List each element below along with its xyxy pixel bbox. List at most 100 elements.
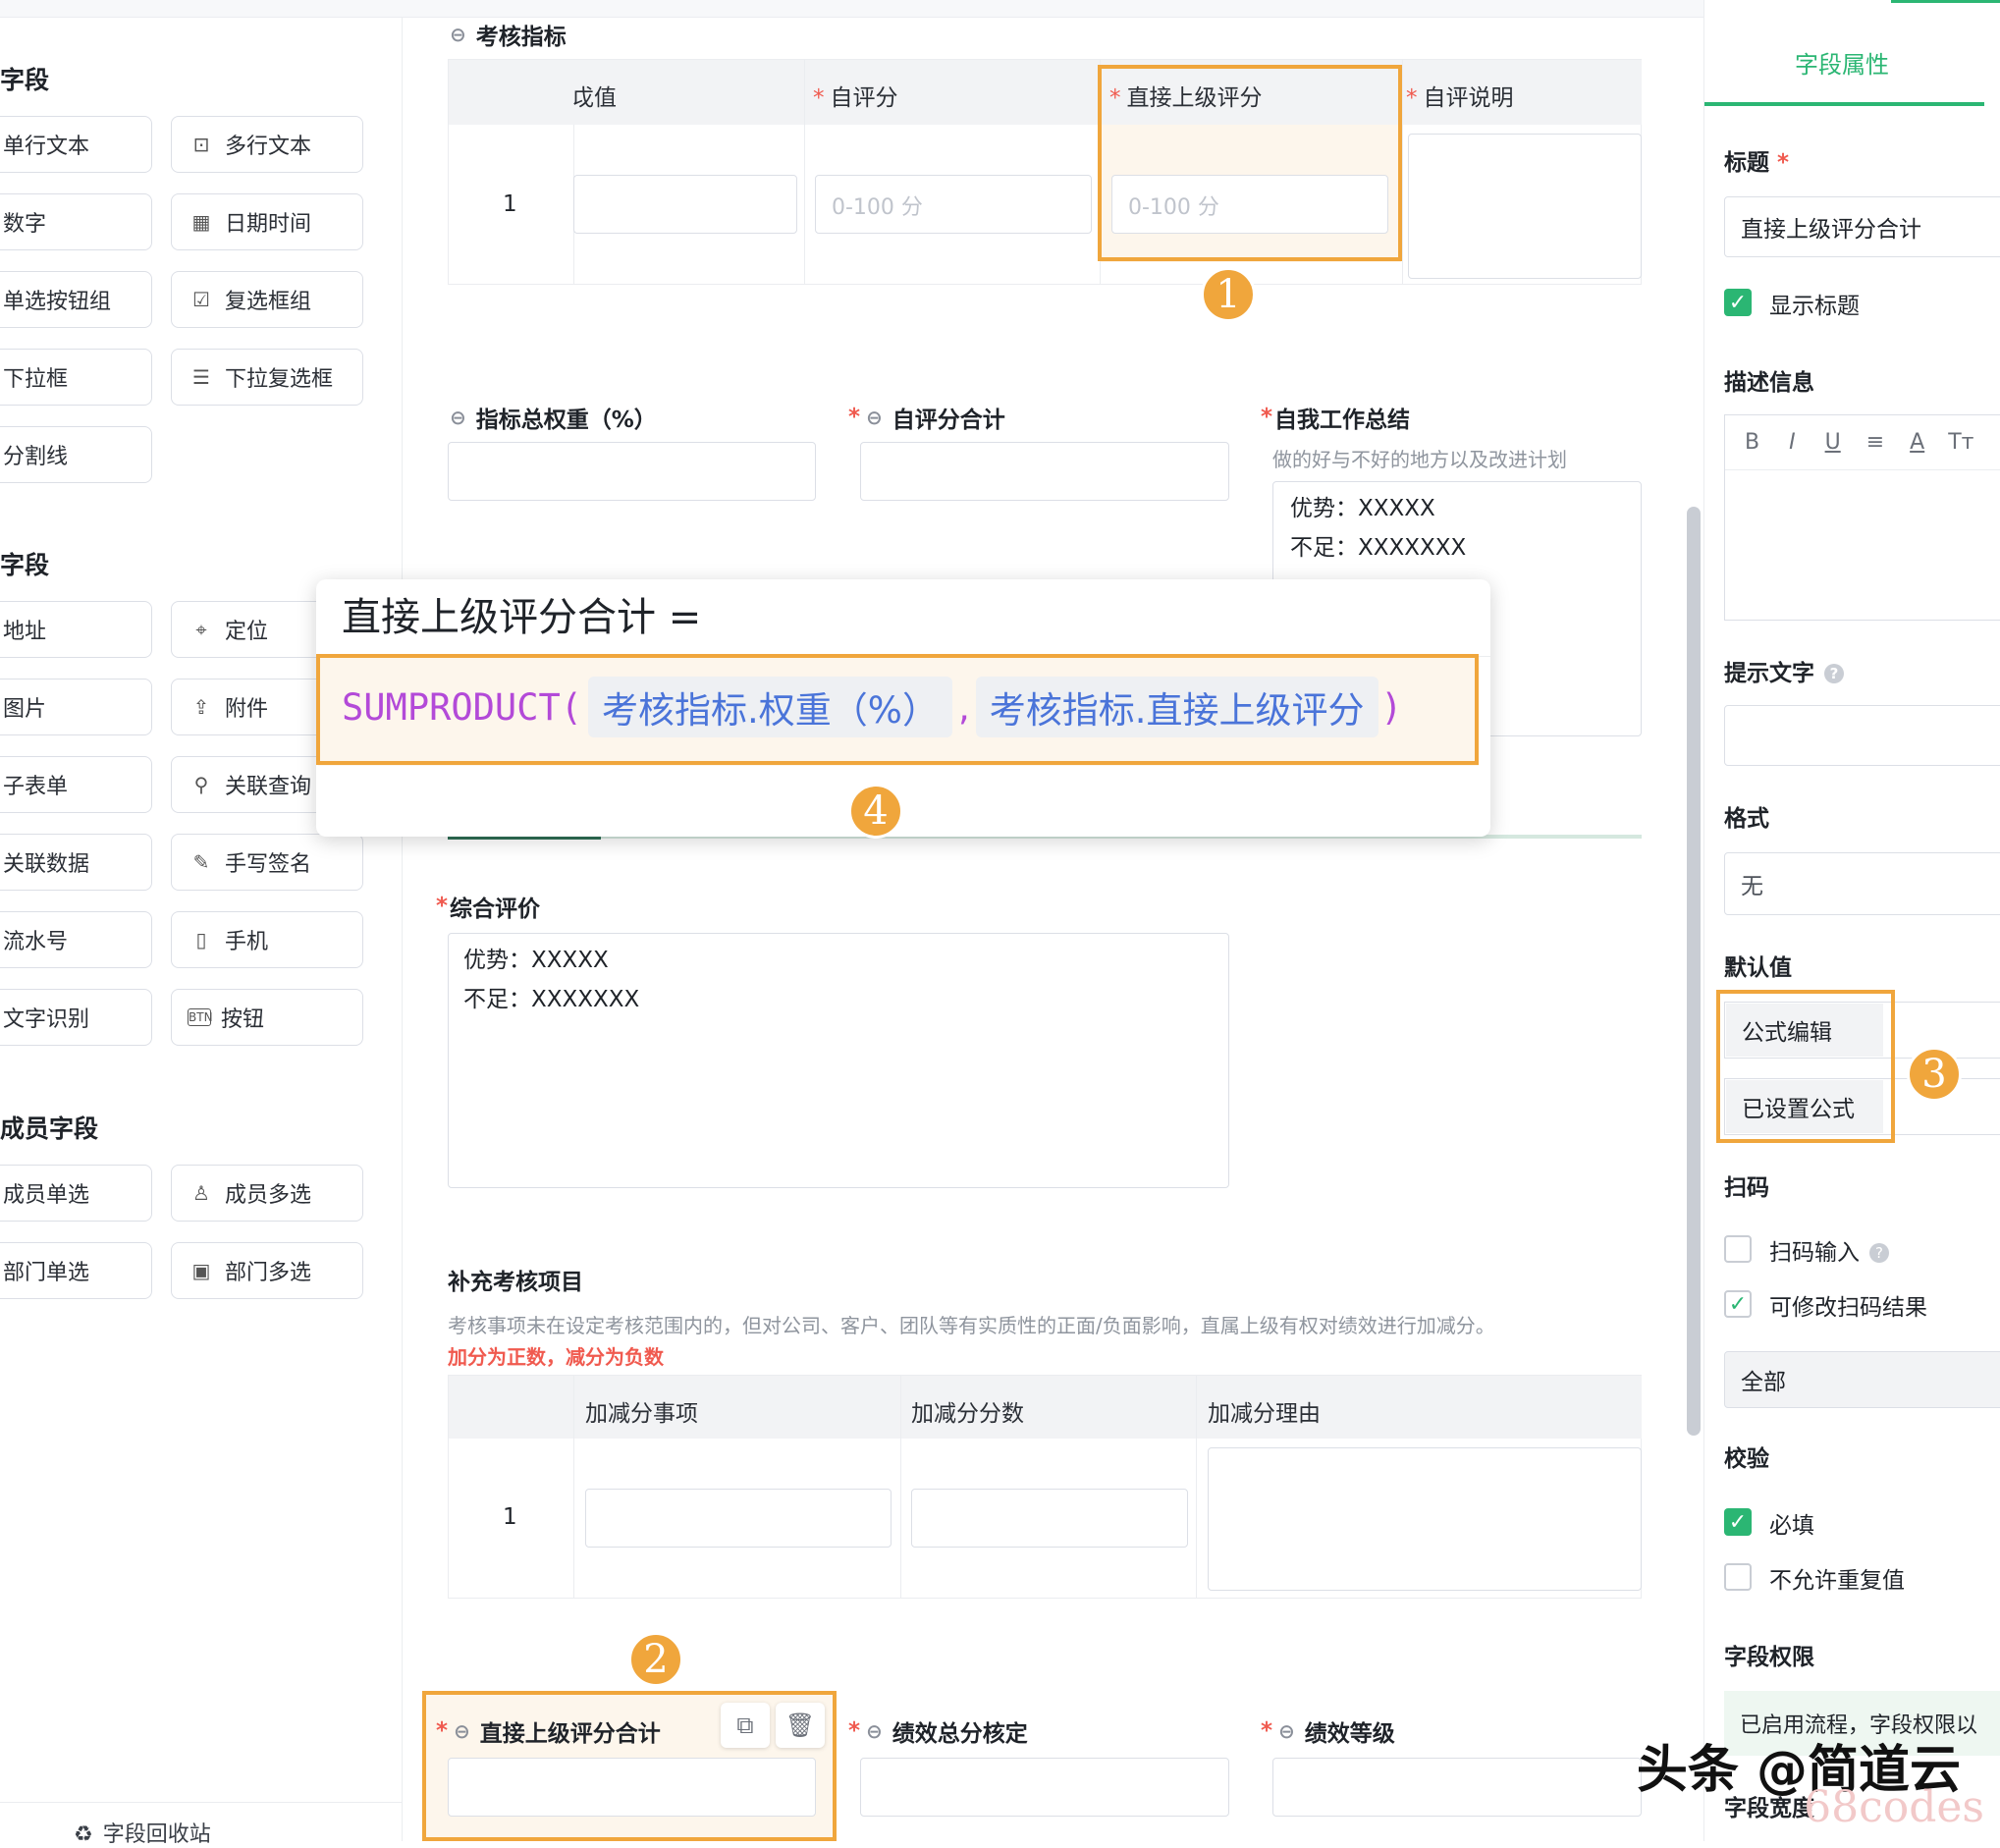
hint-label: 提示文字?: [1724, 654, 1844, 687]
validate-label: 校验: [1724, 1446, 1769, 1472]
recycle-bin-link[interactable]: ♻ 字段回收站: [74, 1817, 211, 1848]
align-icon[interactable]: ≡: [1866, 430, 1884, 455]
link-icon: ⊖: [866, 1719, 883, 1743]
watermark-logo: 68codes: [1804, 1782, 1984, 1832]
font-color-icon[interactable]: A: [1910, 430, 1924, 455]
field-dropdown[interactable]: 下拉框: [0, 349, 152, 406]
desc-label: 描述信息: [1724, 370, 1814, 396]
title-label: 标题 *: [1724, 150, 1790, 176]
field-properties-panel: 字段属性 标题 * 直接上级评分合计 ✓ 显示标题 描述信息 B I U ≡ A …: [1703, 0, 2000, 1841]
scan-input-checkbox[interactable]: [1724, 1235, 1752, 1263]
section-title-advanced: 字段: [0, 551, 50, 579]
title-input[interactable]: 直接上级评分合计: [1724, 196, 2000, 257]
departments-icon: ▣: [191, 1259, 211, 1282]
overall-line2: 不足：XXXXXXX: [463, 987, 640, 1012]
extra-desc-warning: 加分为正数，减分为负数: [448, 1345, 664, 1369]
canvas-scrollbar[interactable]: [1687, 507, 1701, 1436]
field-single-line-text[interactable]: 单行文本: [0, 116, 152, 173]
hint-input[interactable]: [1724, 705, 2000, 766]
highlight-box-2: [422, 1691, 837, 1841]
weight-total-input[interactable]: [448, 442, 816, 501]
no-duplicate-checkbox[interactable]: [1724, 1563, 1752, 1591]
field-related-data[interactable]: 关联数据: [0, 834, 152, 891]
self-score-input[interactable]: 0-100 分: [815, 175, 1092, 234]
extra-header-reason: 加减分理由: [1208, 1401, 1321, 1427]
field-ocr[interactable]: 文字识别: [0, 989, 152, 1046]
font-size-icon[interactable]: Tт: [1948, 430, 1973, 455]
scan-range-select[interactable]: 全部: [1724, 1351, 2000, 1408]
link-icon: ⊖: [450, 406, 466, 429]
field-datetime[interactable]: ▦ 日期时间: [171, 193, 363, 250]
extra-score-input[interactable]: [911, 1489, 1188, 1548]
permission-label: 字段权限: [1724, 1645, 1814, 1670]
button-icon: BTN: [188, 1008, 213, 1026]
tab-field-properties[interactable]: 字段属性: [1795, 45, 1889, 80]
badge-1: 1: [1201, 267, 1256, 322]
scan-editable-checkbox[interactable]: ✓: [1724, 1290, 1752, 1318]
field-phone[interactable]: ▯ 手机: [171, 911, 363, 968]
field-radio-group[interactable]: 单选按钮组: [0, 271, 152, 328]
location-icon: ⌖: [195, 618, 207, 641]
field-address[interactable]: 地址: [0, 601, 152, 658]
kpi-header-value: 戉值: [571, 85, 617, 111]
highlight-box-3: [1716, 990, 1895, 1143]
link-icon: ⊖: [866, 406, 883, 429]
performance-level-input[interactable]: [1272, 1758, 1642, 1817]
field-palette: 字段 单行文本 ⊡ 多行文本 数字 ▦ 日期时间 单选按钮组 ☑ 复选框组 下拉框 ☰…: [0, 0, 403, 1847]
desc-toolbar: B I U ≡ A Tт: [1725, 415, 2000, 470]
performance-total-input[interactable]: [860, 1758, 1229, 1817]
field-member-single[interactable]: 成员单选: [0, 1165, 152, 1222]
scan-label: 扫码: [1724, 1175, 1769, 1201]
overall-line1: 优势：XXXXX: [463, 948, 609, 973]
field-dropdown-checkbox[interactable]: ☰ 下拉复选框: [171, 349, 363, 406]
required-checkbox[interactable]: ✓: [1724, 1508, 1752, 1536]
extra-header-score: 加减分分数: [911, 1401, 1024, 1427]
field-dept-multi[interactable]: ▣ 部门多选: [171, 1242, 363, 1299]
kpi-header-self-note: * 自评说明: [1406, 85, 1514, 111]
field-serial-number[interactable]: 流水号: [0, 911, 152, 968]
format-label: 格式: [1724, 806, 1769, 832]
tab-active-indicator: [1704, 102, 1984, 106]
field-checkbox-group[interactable]: ☑ 复选框组: [171, 271, 363, 328]
highlight-box-1: [1098, 65, 1402, 261]
field-member-multi[interactable]: ♙ 成员多选: [171, 1165, 363, 1222]
kpi-value-input[interactable]: [573, 175, 797, 234]
field-dept-single[interactable]: 部门单选: [0, 1242, 152, 1299]
kpi-header-self-score: * 自评分: [813, 85, 898, 111]
overall-label: * 综合评价: [436, 894, 541, 922]
field-number[interactable]: 数字: [0, 193, 152, 250]
highlight-box-4: [316, 654, 1479, 765]
self-total-label: * ⊖ 自评分合计: [848, 405, 1005, 433]
underline-icon[interactable]: U: [1825, 430, 1841, 455]
extra-reason-textarea[interactable]: [1208, 1447, 1642, 1591]
extra-desc: 考核事项未在设定考核范围内的，但对公司、客户、团队等有实质性的正面/负面影响，直…: [448, 1314, 1495, 1337]
format-select[interactable]: 无: [1724, 852, 2000, 915]
self-summary-line2: 不足：XXXXXXX: [1290, 535, 1467, 561]
help-icon: ?: [1824, 664, 1844, 683]
scan-input-label: 扫码输入?: [1769, 1233, 1889, 1267]
calendar-icon: ▦: [191, 210, 211, 234]
italic-icon[interactable]: I: [1789, 430, 1796, 455]
required-label: 必填: [1769, 1513, 1814, 1539]
formula-title: 直接上级评分合计 =: [342, 595, 702, 640]
bold-icon[interactable]: B: [1745, 430, 1759, 455]
multiline-text-icon: ⊡: [192, 133, 210, 156]
self-summary-desc: 做的好与不好的地方以及改进计划: [1272, 448, 1567, 471]
show-title-label: 显示标题: [1769, 294, 1860, 319]
badge-4: 4: [848, 784, 903, 839]
show-title-checkbox[interactable]: ✓: [1724, 289, 1752, 316]
field-multiline-text[interactable]: ⊡ 多行文本: [171, 116, 363, 173]
divider: [804, 60, 805, 285]
field-button[interactable]: BTN 按钮: [171, 989, 363, 1046]
link-icon: ⊖: [450, 23, 466, 46]
divider: [573, 1376, 574, 1599]
field-subform[interactable]: 子表单: [0, 756, 152, 813]
field-image[interactable]: 图片: [0, 679, 152, 735]
self-note-textarea[interactable]: [1408, 134, 1642, 279]
no-duplicate-label: 不允许重复值: [1769, 1568, 1905, 1594]
field-divider[interactable]: 分割线: [0, 426, 152, 483]
field-signature[interactable]: ✎ 手写签名: [171, 834, 363, 891]
top-accent: [1891, 0, 2000, 3]
extra-item-input[interactable]: [585, 1489, 892, 1548]
self-total-input[interactable]: [860, 442, 1229, 501]
